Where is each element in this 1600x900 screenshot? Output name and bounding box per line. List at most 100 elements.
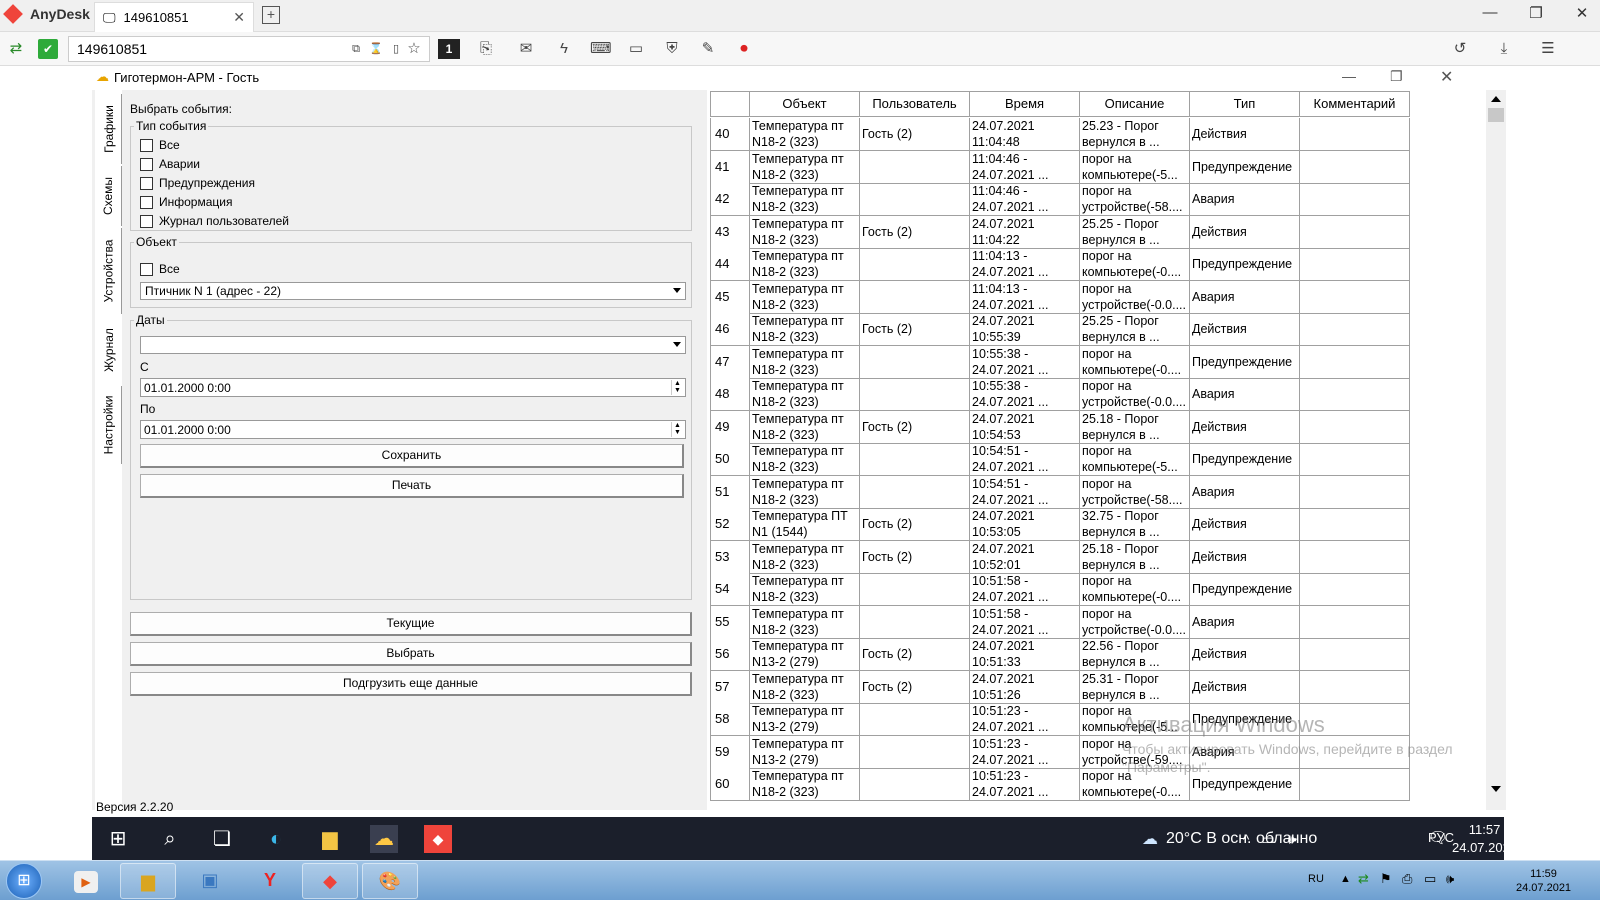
- file-explorer-icon[interactable]: ▆: [316, 825, 344, 853]
- cell-object[interactable]: Температура пт N18-2 (323): [750, 313, 860, 346]
- cylinder-icon[interactable]: ▯: [386, 39, 406, 59]
- file-transfer-icon[interactable]: ⎘: [476, 39, 496, 59]
- cell-comment[interactable]: [1300, 605, 1410, 639]
- cell-time[interactable]: 11:04:46 -24.07.2021 ...: [970, 150, 1080, 184]
- save-button[interactable]: Сохранить: [140, 444, 684, 468]
- cell-user[interactable]: [860, 378, 970, 411]
- volume-tray-icon[interactable]: 🕪: [1446, 871, 1454, 887]
- cell-type[interactable]: Действия: [1190, 410, 1300, 444]
- monitor-number-button[interactable]: 1: [438, 39, 460, 59]
- event-type-all-checkbox[interactable]: Все: [140, 138, 180, 152]
- cell-object[interactable]: Температура пт N18-2 (323): [750, 150, 860, 184]
- cell-object[interactable]: Температура пт N18-2 (323): [750, 248, 860, 281]
- cell-user[interactable]: [860, 183, 970, 216]
- cell-type[interactable]: Предупреждение: [1190, 345, 1300, 379]
- cell-time[interactable]: 10:51:23 - 24.07.2021 ...: [970, 768, 1080, 801]
- cell-comment[interactable]: [1300, 248, 1410, 281]
- media-player-icon[interactable]: ▶: [74, 871, 98, 893]
- cell-time[interactable]: 10:51:58 - 24.07.2021 ...: [970, 573, 1080, 606]
- load-more-button[interactable]: Подгрузить еще данные: [130, 672, 692, 696]
- cell-object[interactable]: Температура пт N18-2 (323): [750, 443, 860, 476]
- cell-user[interactable]: Гость (2): [860, 508, 970, 541]
- app-minimize-button[interactable]: —: [1342, 68, 1356, 84]
- search-icon[interactable]: ⌕: [156, 825, 184, 853]
- table-row[interactable]: 47 Температура пт N18-2 (323) 10:55:38 -24.…: [710, 345, 1410, 379]
- checkbox-box[interactable]: [140, 214, 153, 228]
- cell-comment[interactable]: [1300, 183, 1410, 216]
- cell-description[interactable]: 25.18 - Порог вернулся в ...: [1080, 540, 1190, 574]
- row-number[interactable]: 42: [710, 183, 750, 216]
- weather-app-icon[interactable]: ☁: [370, 825, 398, 853]
- windows-start-icon[interactable]: ⊞: [104, 825, 132, 853]
- cell-description[interactable]: порог на устройстве(-0.0....: [1080, 378, 1190, 411]
- cell-description[interactable]: порог на компьютере(-0....: [1080, 248, 1190, 281]
- cell-object[interactable]: Температура пт N18-2 (323): [750, 345, 860, 379]
- row-number[interactable]: 47: [710, 345, 750, 379]
- cell-description[interactable]: 25.25 - Порог вернулся в ...: [1080, 313, 1190, 346]
- cell-user[interactable]: Гость (2): [860, 215, 970, 249]
- print-button[interactable]: Печать: [140, 474, 684, 498]
- cell-comment[interactable]: [1300, 280, 1410, 314]
- clock[interactable]: 11:57 24.07.2021: [1452, 821, 1517, 857]
- cell-type[interactable]: Действия: [1190, 215, 1300, 249]
- table-row[interactable]: 57 Температура пт N18-2 (323) Гость (2) 24.0…: [710, 670, 1410, 704]
- cell-comment[interactable]: [1300, 475, 1410, 509]
- cell-object[interactable]: Температура пт N18-2 (323): [750, 118, 860, 151]
- cell-user[interactable]: [860, 280, 970, 314]
- cell-type[interactable]: Действия: [1190, 118, 1300, 151]
- object-select[interactable]: Птичник N 1 (адрес - 22): [140, 282, 686, 300]
- chat-icon[interactable]: ✉: [516, 39, 536, 59]
- cell-time[interactable]: 24.07.2021 10:51:26: [970, 670, 1080, 704]
- tab-charts[interactable]: Графики: [96, 94, 122, 164]
- cell-description[interactable]: порог на компьютере(-5...: [1080, 150, 1190, 184]
- cell-user[interactable]: Гость (2): [860, 313, 970, 346]
- download-icon[interactable]: ⤓: [1494, 39, 1514, 59]
- cell-user[interactable]: [860, 150, 970, 184]
- cell-description[interactable]: порог на компьютере(-5...: [1080, 443, 1190, 476]
- cell-user[interactable]: Гость (2): [860, 670, 970, 704]
- cell-time[interactable]: 10:51:23 - 24.07.2021 ...: [970, 703, 1080, 736]
- cell-comment[interactable]: [1300, 345, 1410, 379]
- row-number[interactable]: 52: [710, 508, 750, 541]
- cell-time[interactable]: 24.07.2021 10:55:39: [970, 313, 1080, 346]
- fullscreen-icon[interactable]: ⧉: [346, 39, 366, 59]
- row-number[interactable]: 48: [710, 378, 750, 411]
- cell-time[interactable]: 24.07.2021 10:54:53: [970, 410, 1080, 444]
- cell-description[interactable]: 25.18 - Порог вернулся в ...: [1080, 410, 1190, 444]
- notifications-icon[interactable]: 🗨: [1424, 825, 1452, 853]
- table-row[interactable]: 40 Температура пт N18-2 (323) Гость (2) 24.0…: [710, 118, 1410, 151]
- chevron-down-icon[interactable]: [673, 342, 681, 347]
- cell-comment[interactable]: [1300, 118, 1410, 151]
- cell-object[interactable]: Температура пт N18-2 (323): [750, 605, 860, 639]
- event-type-info-checkbox[interactable]: Информация: [140, 195, 232, 209]
- favorite-star-icon[interactable]: ☆: [404, 39, 424, 59]
- cell-user[interactable]: [860, 248, 970, 281]
- local-language-indicator[interactable]: RU: [1308, 873, 1324, 885]
- volume-icon[interactable]: 🕪: [1278, 825, 1306, 853]
- row-number[interactable]: 54: [710, 573, 750, 606]
- cell-time[interactable]: 11:04:46 -24.07.2021 ...: [970, 183, 1080, 216]
- row-number[interactable]: 56: [710, 638, 750, 671]
- table-row[interactable]: 48 Температура пт N18-2 (323) 10:55:38 - 24.…: [710, 378, 1410, 411]
- grid-scrollbar[interactable]: [1486, 90, 1506, 810]
- tab-settings[interactable]: Настройки: [96, 386, 122, 464]
- table-row[interactable]: 53 Температура пт N18-2 (323) Гость (2) 24.0…: [710, 540, 1410, 574]
- checkbox-box[interactable]: [140, 138, 153, 152]
- dates-preset-select[interactable]: [140, 336, 686, 354]
- whiteboard-pen-icon[interactable]: ✎: [698, 39, 718, 59]
- session-tab[interactable]: 🖵 149610851 ✕: [94, 2, 254, 32]
- record-icon[interactable]: ⏺: [734, 39, 754, 59]
- table-row[interactable]: 52 Температура ПТ N1 (1544) Гость (2) 24.07.…: [710, 508, 1410, 541]
- table-row[interactable]: 54 Температура пт N18-2 (323) 10:51:58 - 24.…: [710, 573, 1410, 606]
- spin-updown-icon[interactable]: ▲ ▼: [671, 380, 683, 395]
- tab-journal[interactable]: Журнал: [96, 316, 122, 384]
- cell-comment[interactable]: [1300, 215, 1410, 249]
- tab-devices[interactable]: Устройства: [96, 228, 122, 314]
- cell-type[interactable]: Авария: [1190, 378, 1300, 411]
- tray-expand-icon[interactable]: ▲: [1340, 873, 1351, 885]
- row-number[interactable]: 43: [710, 215, 750, 249]
- row-number[interactable]: 40: [710, 118, 750, 151]
- anydesk-taskbar-icon[interactable]: ◆: [424, 825, 452, 853]
- row-number[interactable]: 41: [710, 150, 750, 184]
- tab-schemes[interactable]: Схемы: [96, 166, 122, 226]
